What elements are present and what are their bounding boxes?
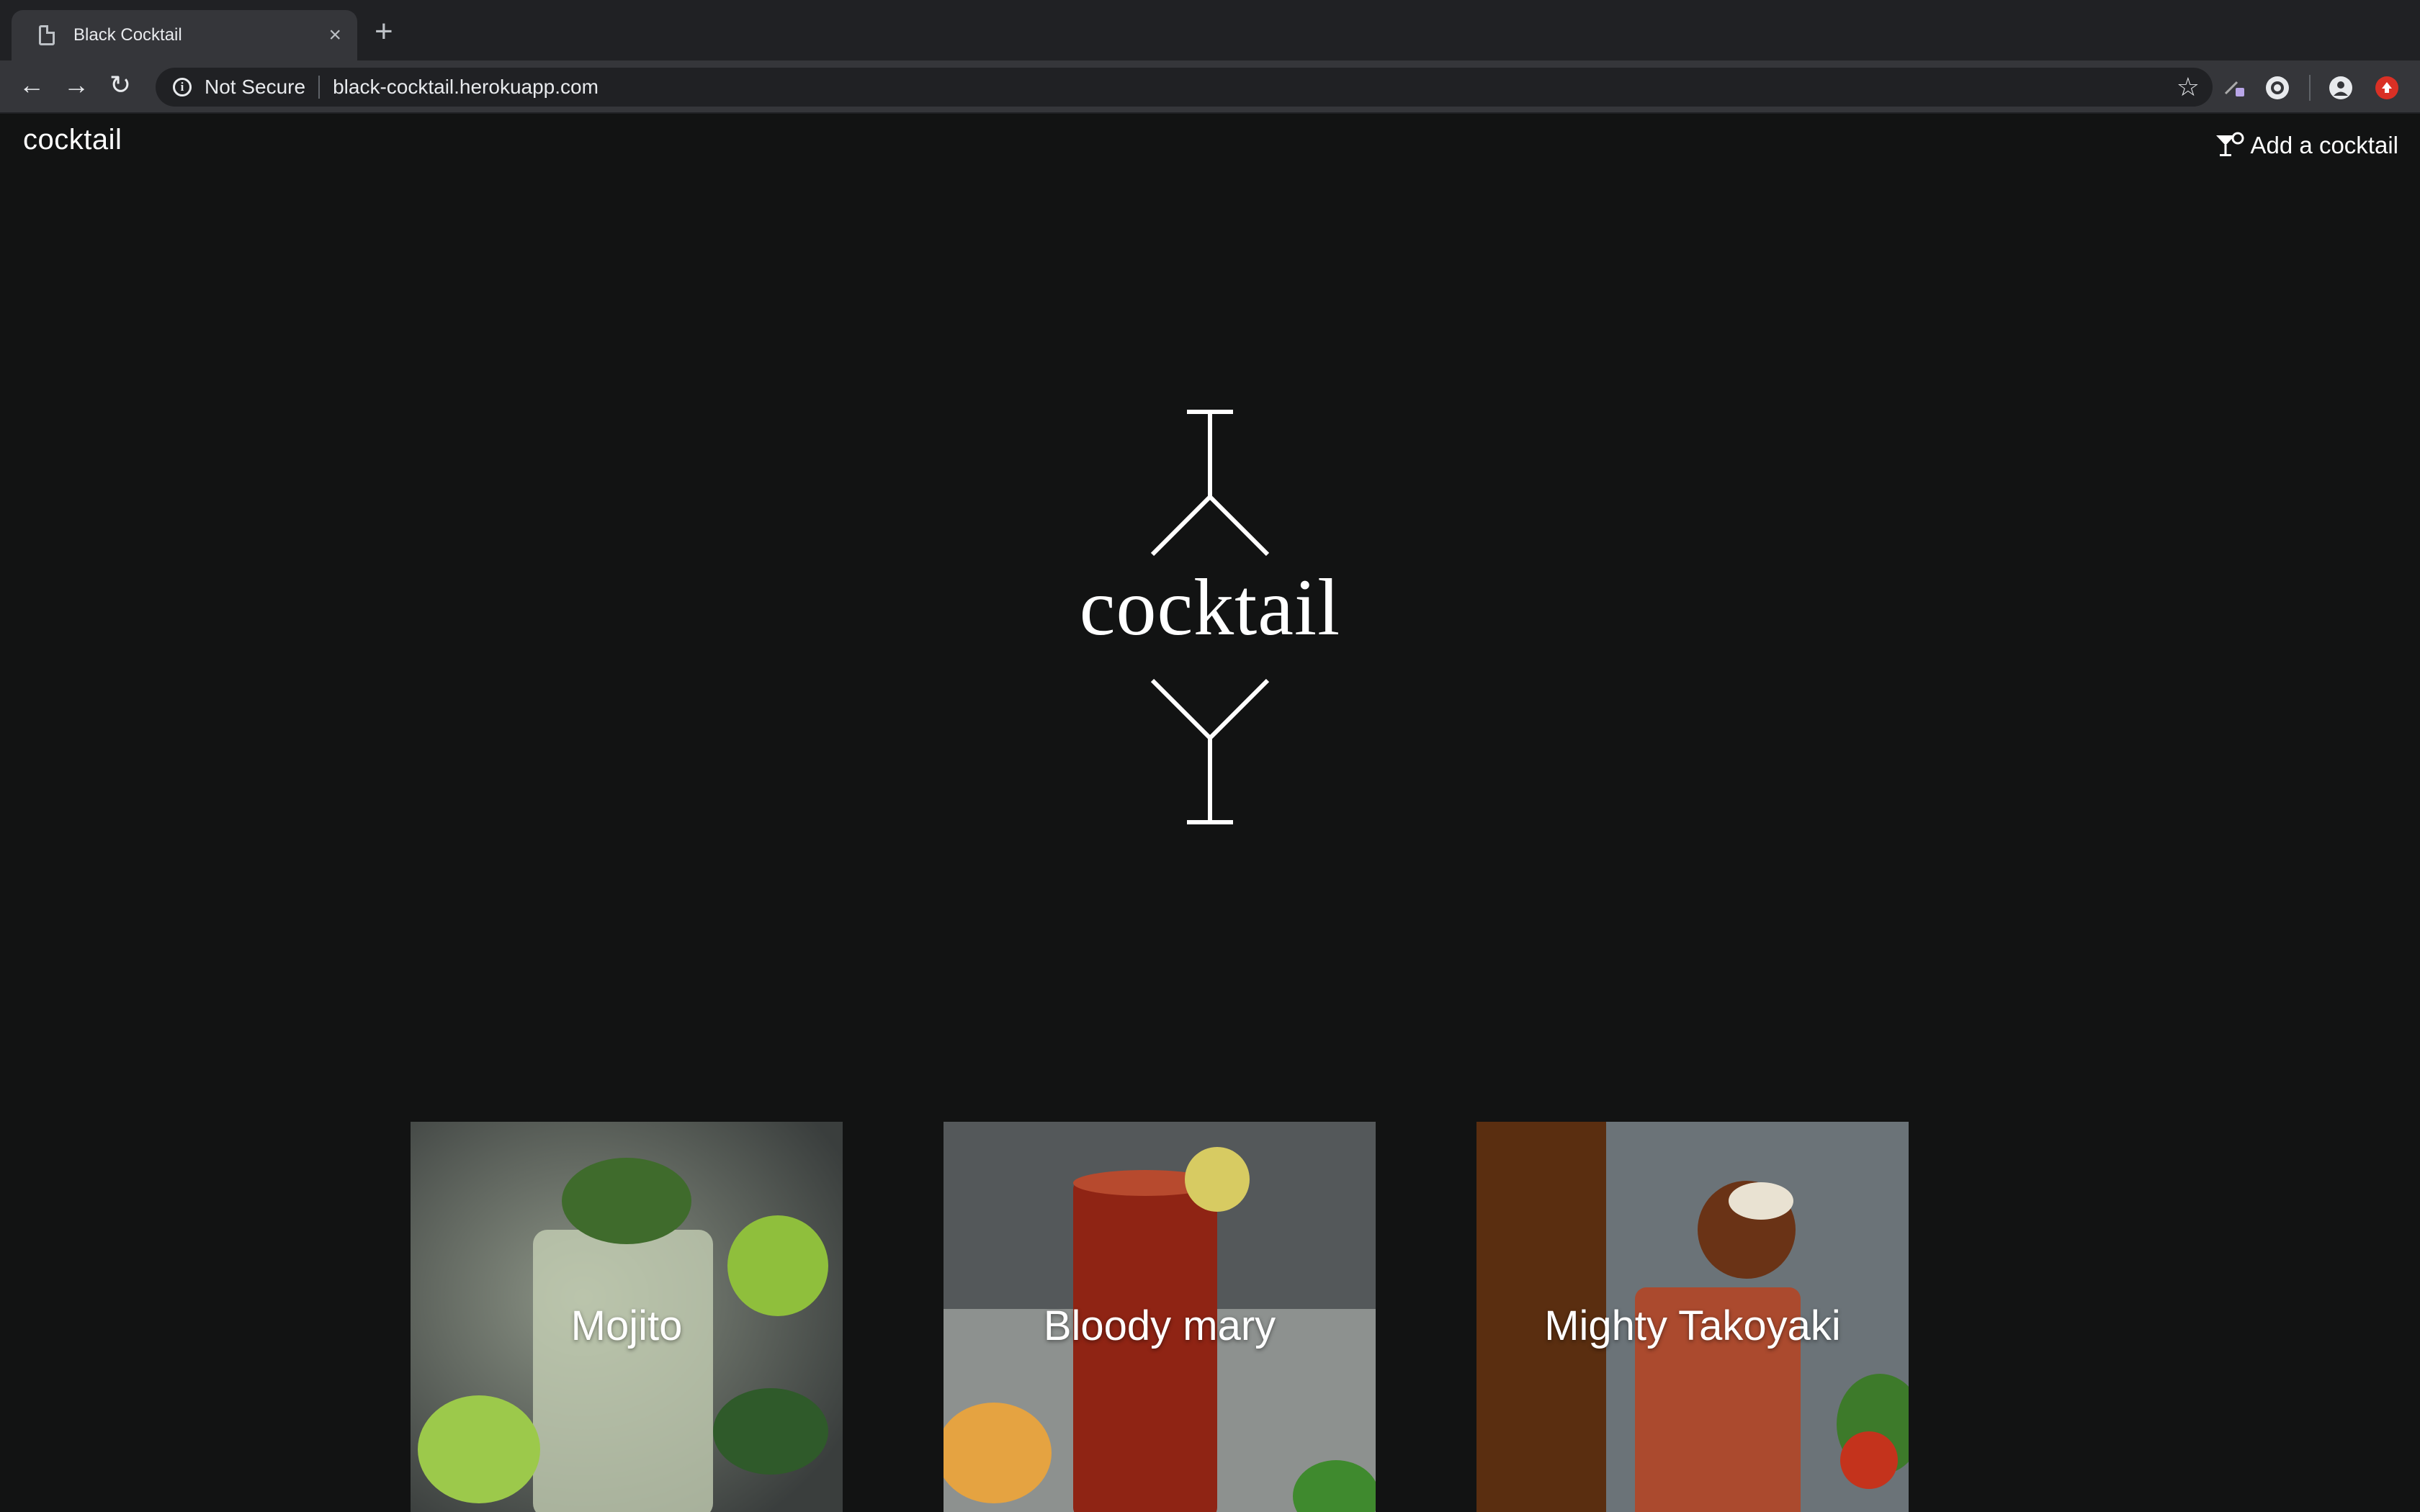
bookmark-star-icon[interactable]: ☆ <box>2177 72 2200 102</box>
info-icon[interactable]: i <box>173 78 192 96</box>
card-title: Mighty Takoyaki <box>1544 1302 1841 1349</box>
hero-title: cocktail <box>1079 563 1341 652</box>
profile-avatar-icon[interactable] <box>2329 76 2352 99</box>
reload-icon[interactable]: ↻ <box>109 72 131 98</box>
card-title: Mojito <box>570 1302 683 1349</box>
forward-arrow-icon[interactable]: → <box>63 72 89 98</box>
back-arrow-icon[interactable]: ← <box>19 72 45 98</box>
browser-toolbar: ← → ↻ i Not Secure black-cocktail.heroku… <box>0 60 2420 114</box>
security-label[interactable]: Not Secure <box>205 76 305 99</box>
add-cocktail-link[interactable]: Add a cocktail <box>2213 131 2398 160</box>
cocktail-card-mojito[interactable]: Mojito <box>411 1122 843 1512</box>
extension-globe-icon[interactable] <box>2266 76 2289 99</box>
add-cocktail-label: Add a cocktail <box>2250 132 2398 158</box>
site-brand-link[interactable]: cocktail <box>23 124 122 156</box>
address-bar[interactable]: i Not Secure black-cocktail.herokuapp.co… <box>156 68 2213 107</box>
extension-pen-icon[interactable] <box>2223 76 2246 99</box>
card-title: Bloody mary <box>1043 1302 1276 1349</box>
tab-title: Black Cocktail <box>73 25 182 45</box>
cocktail-card-bloody-mary[interactable]: Bloody mary <box>944 1122 1376 1512</box>
address-divider <box>318 76 321 99</box>
url-text[interactable]: black-cocktail.herokuapp.com <box>333 76 599 99</box>
toolbar-divider <box>2309 75 2311 101</box>
cocktail-card-mighty-takoyaki[interactable]: Mighty Takoyaki <box>1476 1122 1909 1512</box>
new-tab-button[interactable]: + <box>375 16 393 48</box>
update-alert-icon[interactable] <box>2375 76 2398 99</box>
tab-close-icon[interactable]: × <box>328 24 341 46</box>
browser-tab[interactable]: Black Cocktail × <box>12 10 357 60</box>
browser-tabstrip: Black Cocktail × + <box>0 0 2420 60</box>
cocktail-glass-icon <box>2215 132 2244 156</box>
page-icon <box>39 25 55 45</box>
